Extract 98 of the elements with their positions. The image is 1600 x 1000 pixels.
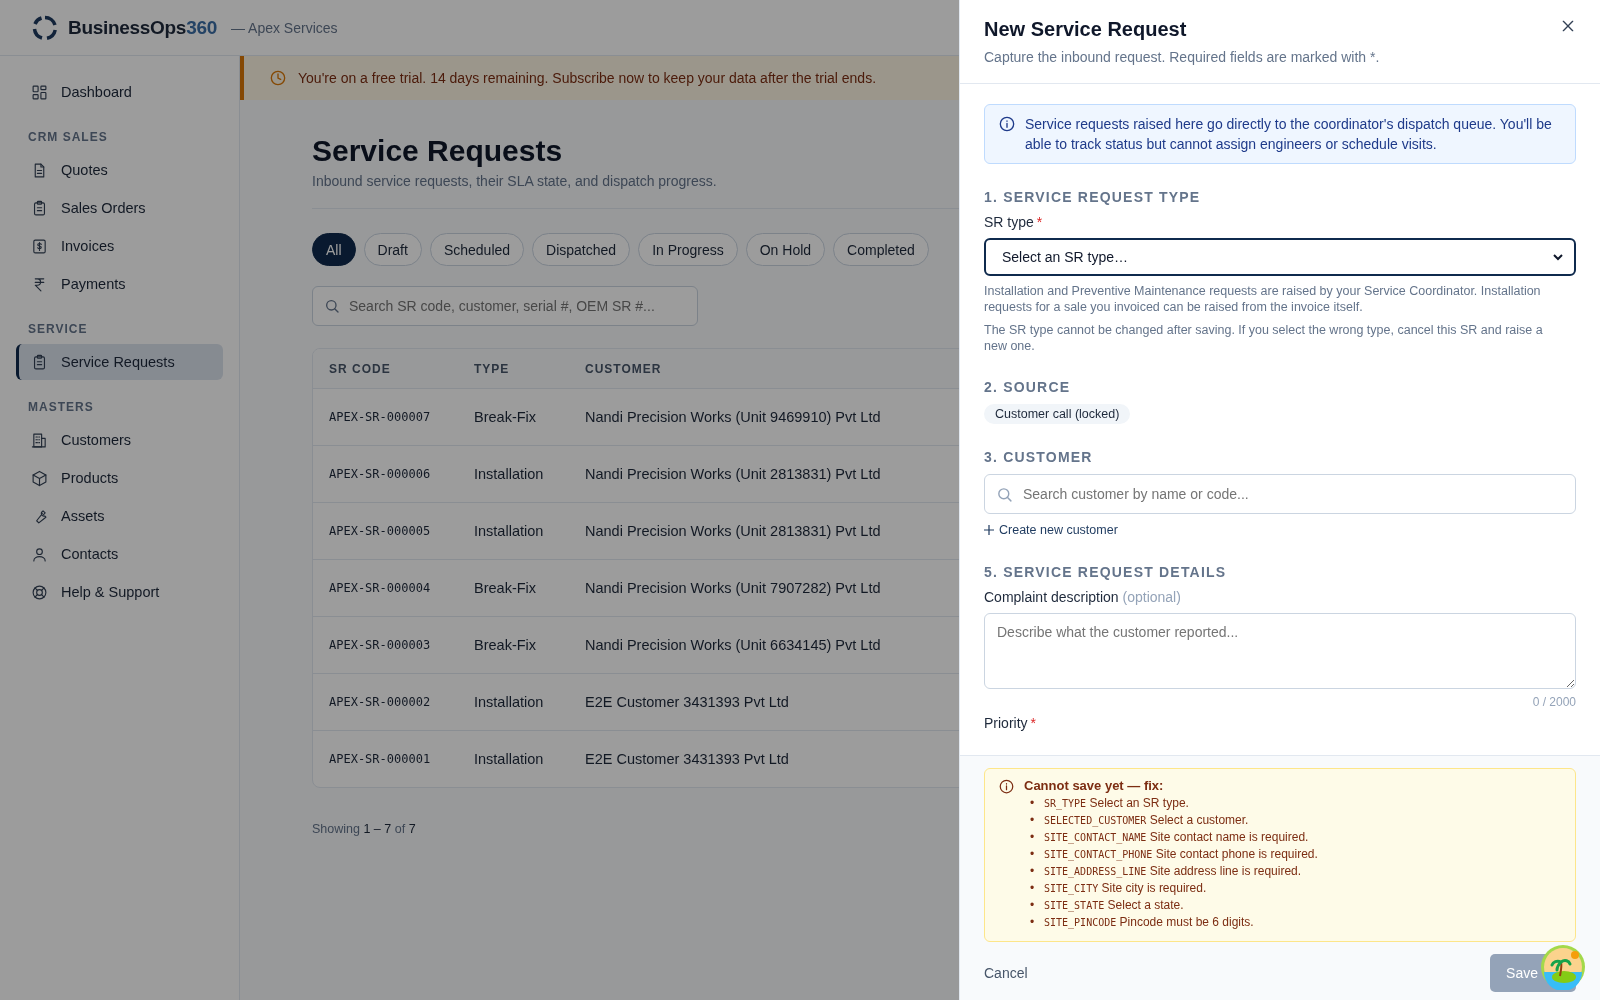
table-cell: APEX-SR-000003	[329, 638, 431, 652]
lifebuoy-icon	[31, 583, 48, 601]
table-cell: Nandi Precision Works (Unit 6634145) Pvt Ltd	[585, 637, 881, 653]
sidebar-item[interactable]: Contacts	[16, 536, 223, 572]
table-cell: APEX-SR-000005	[329, 524, 431, 538]
clipboard-icon	[31, 199, 48, 217]
validation-error: • SR_TYPE Select an SR type.	[1030, 795, 1189, 812]
sidebar-item[interactable]: Sales Orders	[16, 190, 223, 226]
clipboard-icon	[31, 353, 48, 371]
filter-tab[interactable]: Draft	[363, 233, 422, 266]
validation-error: • SITE_CITY Site city is required.	[1030, 880, 1207, 897]
table-cell: APEX-SR-000002	[329, 695, 431, 709]
plus-icon	[984, 525, 994, 535]
field-label: Complaint description (optional)	[984, 589, 1182, 605]
table-cell: APEX-SR-000004	[329, 581, 431, 595]
chevron-down-icon	[1552, 251, 1564, 263]
sidebar-item[interactable]: Service Requests	[16, 344, 223, 380]
filter-tab[interactable]: In Progress	[638, 233, 738, 266]
column-header: CUSTOMER	[585, 361, 662, 376]
column-header: SR CODE	[329, 361, 391, 376]
sidebar-item[interactable]: Assets	[16, 498, 223, 534]
sidebar-item[interactable]: Payments	[16, 266, 223, 302]
complaint-field[interactable]: Describe what the customer reported...	[984, 613, 1576, 689]
sidebar-item[interactable]: Invoices	[16, 228, 223, 264]
section-heading: 3. CUSTOMER	[984, 449, 1093, 465]
box-icon	[31, 469, 48, 487]
sr-type-select[interactable]: Select an SR type…	[984, 238, 1576, 276]
clock-icon	[270, 70, 286, 86]
sidebar-heading: MASTERS	[28, 400, 95, 414]
search-field[interactable]: Search SR code, customer, serial #, OEM SR #...	[312, 286, 698, 326]
table-cell: Nandi Precision Works (Unit 9469910) Pvt Ltd	[585, 409, 881, 425]
sidebar-heading: CRM SALES	[28, 130, 109, 144]
trial-message: You're on a free trial. 14 days remaining. Subscribe now to keep your data after the trial ends.	[298, 70, 877, 86]
alert-title: Cannot save yet — fix:	[1024, 778, 1165, 793]
validation-error: • SITE_PINCODE Pincode must be 6 digits.	[1030, 914, 1254, 931]
table-cell: APEX-SR-000006	[329, 467, 431, 481]
validation-error: • SITE_CONTACT_PHONE Site contact phone is required.	[1030, 846, 1318, 863]
building-icon	[31, 431, 48, 449]
help-text: The SR type cannot be changed after saving. If you select the wrong type, cancel this SR and raise a new one.	[984, 322, 1544, 354]
table-cell: Break-Fix	[474, 580, 537, 596]
section-heading: 2. SOURCE	[984, 379, 1071, 395]
grid-icon	[31, 83, 48, 101]
field-label: SR type *	[984, 214, 1044, 230]
pagination-summary: Showing 1 – 7 of 7	[312, 822, 416, 836]
cancel-button[interactable]: Cancel	[984, 965, 1028, 981]
island-icon[interactable]	[1540, 944, 1586, 990]
brand-name: BusinessOps360	[68, 16, 217, 39]
search-icon	[324, 298, 340, 314]
sidebar-item[interactable]: Help & Support	[16, 574, 223, 610]
table-cell: Break-Fix	[474, 409, 537, 425]
validation-error: • SELECTED_CUSTOMER Select a customer.	[1030, 812, 1249, 829]
filter-tab[interactable]: Scheduled	[429, 233, 525, 266]
logo-icon	[32, 14, 58, 41]
dollar-document-icon	[31, 237, 48, 255]
sidebar-heading: SERVICE	[28, 322, 89, 336]
table-cell: E2E Customer 3431393 Pvt Ltd	[585, 751, 789, 767]
table-cell: Nandi Precision Works (Unit 2813831) Pvt Ltd	[585, 523, 881, 539]
filter-tab[interactable]: All	[312, 233, 356, 266]
page-title: Service Requests	[312, 134, 563, 168]
customer-search-field[interactable]: Search customer by name or code...	[984, 474, 1576, 514]
table-cell: Installation	[474, 523, 544, 539]
sidebar-item[interactable]: Products	[16, 460, 223, 496]
field-label: Priority *	[984, 715, 1037, 731]
help-text: Installation and Preventive Maintenance requests are raised by your Service Coordinator. Installation requests for a sale you invoiced can be raised from the invoice itself.	[984, 283, 1542, 315]
table-cell: Installation	[474, 694, 544, 710]
table-cell: Installation	[474, 466, 544, 482]
sidebar-item[interactable]: Dashboard	[16, 74, 223, 110]
table-cell: APEX-SR-000001	[329, 752, 431, 766]
person-icon	[31, 545, 48, 563]
drawer-title: New Service Request	[984, 18, 1187, 41]
column-header: TYPE	[474, 361, 510, 376]
info-icon	[999, 779, 1014, 794]
table-cell: E2E Customer 3431393 Pvt Ltd	[585, 694, 789, 710]
validation-error: • SITE_STATE Select a state.	[1030, 897, 1184, 914]
close-icon	[1560, 18, 1576, 34]
page-subtitle: Inbound service requests, their SLA state, and dispatch progress.	[312, 173, 717, 189]
table-cell: APEX-SR-000007	[329, 410, 431, 424]
tenant-name: — Apex Services	[230, 19, 338, 36]
table-cell: Nandi Precision Works (Unit 7907282) Pvt Ltd	[585, 580, 881, 596]
filter-tab[interactable]: Completed	[833, 233, 929, 266]
section-heading: 1. SERVICE REQUEST TYPE	[984, 189, 1201, 205]
search-icon	[996, 486, 1013, 503]
filter-tab[interactable]: Dispatched	[532, 233, 631, 266]
validation-error: • SITE_ADDRESS_LINE Site address line is required.	[1030, 863, 1302, 880]
table-cell: Nandi Precision Works (Unit 2813831) Pvt Ltd	[585, 466, 881, 482]
sidebar-item[interactable]: Customers	[16, 422, 223, 458]
notice-text: Service requests raised here go directly to the coordinator's dispatch queue. You'll be able to track status but cannot assign engineers or schedule visits.	[1025, 115, 1553, 154]
character-counter: 0 / 2000	[1531, 695, 1576, 709]
drawer-subtitle: Capture the inbound request. Required fields are marked with *.	[984, 49, 1381, 65]
info-icon	[999, 116, 1015, 132]
source-chip: Customer call (locked)	[984, 404, 1131, 424]
table-cell: Break-Fix	[474, 637, 537, 653]
table-cell: Installation	[474, 751, 544, 767]
section-heading: 5. SERVICE REQUEST DETAILS	[984, 564, 1227, 580]
create-customer-link[interactable]: Create new customer	[984, 523, 1118, 537]
sidebar-item[interactable]: Quotes	[16, 152, 223, 188]
validation-error: • SITE_CONTACT_NAME Site contact name is required.	[1030, 829, 1309, 846]
filter-tab[interactable]: On Hold	[745, 233, 826, 266]
